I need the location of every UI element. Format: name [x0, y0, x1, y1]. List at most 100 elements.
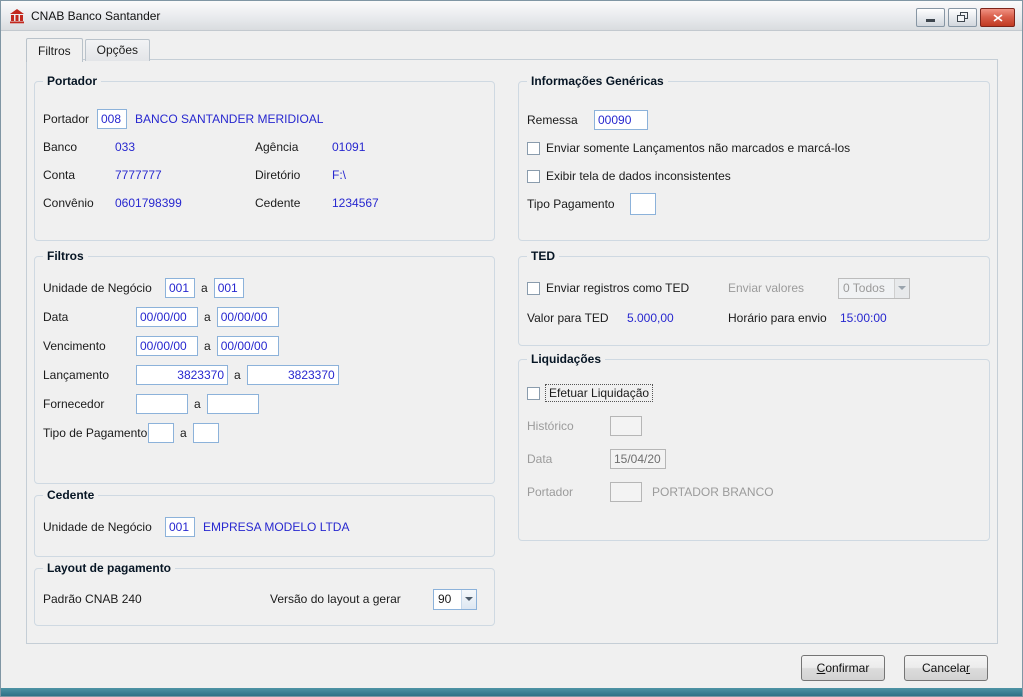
vencimento-label: Vencimento	[43, 339, 136, 353]
cancelar-accelerator: r	[966, 661, 970, 675]
ted-check-row: Enviar registros como TED Enviar valores…	[527, 277, 910, 299]
cedente-unidade-label: Unidade de Negócio	[43, 520, 165, 534]
agencia-label: Agência	[255, 140, 332, 154]
portador-label: Portador	[43, 112, 97, 126]
liquidacao-data-input[interactable]	[610, 449, 666, 469]
vencimento-to-input[interactable]	[217, 336, 279, 356]
versao-layout-label: Versão do layout a gerar	[270, 592, 433, 606]
liquidacao-portador-input[interactable]	[610, 482, 642, 502]
data-from-input[interactable]	[136, 307, 198, 327]
efetuar-liquidacao-checkbox[interactable]	[527, 387, 540, 400]
data-label: Data	[43, 310, 136, 324]
layout-group: Layout de pagamento Padrão CNAB 240 Vers…	[34, 568, 495, 626]
tipo-pagamento-to-input[interactable]	[193, 423, 219, 443]
exibir-tela-checkbox[interactable]	[527, 170, 540, 183]
tab-opcoes[interactable]: Opções	[85, 39, 150, 61]
versao-layout-value: 90	[438, 592, 451, 606]
horario-envio-label: Horário para envio	[728, 311, 840, 325]
fornecedor-to-input[interactable]	[207, 394, 259, 414]
fornecedor-row: Fornecedor a	[43, 393, 259, 415]
tipo-pagamento-from-input[interactable]	[148, 423, 174, 443]
enviar-ted-checkbox[interactable]	[527, 282, 540, 295]
horario-envio-value: 15:00:00	[840, 311, 887, 325]
minimize-button[interactable]	[916, 8, 945, 27]
layout-row: Padrão CNAB 240 Versão do layout a gerar…	[43, 588, 477, 610]
unidade-negocio-row: Unidade de Negócio a	[43, 277, 244, 299]
valor-ted-value: 5.000,00	[627, 311, 728, 325]
layout-group-title: Layout de pagamento	[43, 561, 175, 575]
tipo-pagamento-row: Tipo de Pagamento a	[43, 422, 219, 444]
range-separator: a	[201, 281, 208, 295]
app-icon	[9, 8, 25, 24]
lancamento-label: Lançamento	[43, 368, 136, 382]
vencimento-from-input[interactable]	[136, 336, 198, 356]
data-row: Data a	[43, 306, 279, 328]
remessa-row: Remessa	[527, 109, 648, 131]
ted-group-title: TED	[527, 249, 559, 263]
fornecedor-label: Fornecedor	[43, 397, 136, 411]
tipo-pagamento-generico-input[interactable]	[630, 193, 656, 215]
efetuar-liquidacao-row: Efetuar Liquidação	[527, 382, 652, 404]
enviar-somente-row: Enviar somente Lançamentos não marcados …	[527, 137, 850, 159]
banco-label: Banco	[43, 140, 115, 154]
historico-input[interactable]	[610, 416, 642, 436]
cancelar-rest: Cancela	[922, 661, 966, 675]
diretorio-label: Diretório	[255, 168, 332, 182]
window-bottom-strip	[1, 688, 1022, 696]
close-button[interactable]	[980, 8, 1015, 27]
range-separator: a	[194, 397, 201, 411]
exibir-tela-row: Exibir tela de dados inconsistentes	[527, 165, 731, 187]
conta-label: Conta	[43, 168, 115, 182]
liquidacao-data-row: Data	[527, 448, 666, 470]
cedente-unidade-input[interactable]	[165, 517, 195, 537]
remessa-input[interactable]	[594, 110, 648, 130]
chevron-down-icon	[461, 590, 476, 609]
liquidacoes-group: Liquidações Efetuar Liquidação Histórico…	[518, 359, 990, 541]
data-to-input[interactable]	[217, 307, 279, 327]
unidade-to-input[interactable]	[214, 278, 244, 298]
restore-button[interactable]	[948, 8, 977, 27]
portador-row: Portador BANCO SANTANDER MERIDIOAL	[43, 108, 323, 130]
vencimento-row: Vencimento a	[43, 335, 279, 357]
cedente-label: Cedente	[255, 196, 332, 210]
cancelar-button[interactable]: Cancelar	[904, 655, 988, 681]
ted-valores-row: Valor para TED 5.000,00 Horário para env…	[527, 307, 887, 329]
lancamento-to-input[interactable]	[247, 365, 339, 385]
enviar-ted-label: Enviar registros como TED	[546, 281, 689, 295]
enviar-somente-label: Enviar somente Lançamentos não marcados …	[546, 141, 850, 155]
window-title: CNAB Banco Santander	[31, 9, 160, 23]
confirmar-rest: onfirmar	[825, 661, 869, 675]
empresa-value: EMPRESA MODELO LTDA	[203, 520, 349, 534]
liquidacao-data-label: Data	[527, 452, 610, 466]
confirmar-button[interactable]: Confirmar	[801, 655, 885, 681]
conta-diretorio-row: Conta 7777777 Diretório F:\	[43, 164, 346, 186]
portador-group: Portador Portador BANCO SANTANDER MERIDI…	[34, 81, 495, 241]
convenio-value: 0601798399	[115, 196, 255, 210]
efetuar-liquidacao-label: Efetuar Liquidação	[546, 385, 652, 401]
liquidacao-portador-label: Portador	[527, 485, 610, 499]
enviar-valores-select[interactable]: 0 Todos	[838, 278, 910, 299]
versao-layout-select[interactable]: 90	[433, 589, 477, 610]
informacoes-group-title: Informações Genéricas	[527, 74, 668, 88]
tab-filtros[interactable]: Filtros	[26, 38, 83, 62]
fornecedor-from-input[interactable]	[136, 394, 188, 414]
lancamento-from-input[interactable]	[136, 365, 228, 385]
cedente-group: Cedente Unidade de Negócio EMPRESA MODEL…	[34, 495, 495, 557]
confirmar-accelerator: C	[817, 661, 826, 675]
diretorio-value: F:\	[332, 168, 346, 182]
portador-name-value: BANCO SANTANDER MERIDIOAL	[135, 112, 323, 126]
enviar-somente-checkbox[interactable]	[527, 142, 540, 155]
convenio-label: Convênio	[43, 196, 115, 210]
range-separator: a	[204, 339, 211, 353]
liquidacao-portador-name: PORTADOR BRANCO	[652, 485, 774, 499]
window-controls	[916, 8, 1015, 27]
chevron-down-icon	[894, 279, 909, 298]
range-separator: a	[234, 368, 241, 382]
unidade-from-input[interactable]	[165, 278, 195, 298]
cedente-group-title: Cedente	[43, 488, 98, 502]
cedente-value: 1234567	[332, 196, 379, 210]
tipo-pagamento-label: Tipo de Pagamento	[43, 426, 148, 440]
unidade-negocio-label: Unidade de Negócio	[43, 281, 165, 295]
portador-code-input[interactable]	[97, 109, 127, 129]
ted-group: TED Enviar registros como TED Enviar val…	[518, 256, 990, 346]
